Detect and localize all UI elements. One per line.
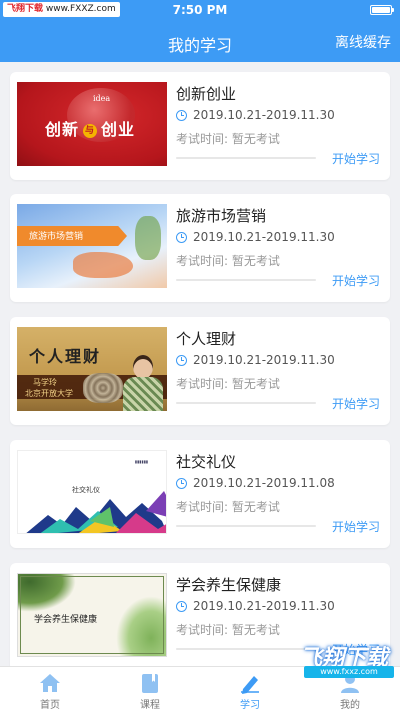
coins-image [83,373,123,403]
thumb-org: 北京开放大学 [25,389,73,398]
progress-bar [176,157,316,159]
battery-icon [370,5,394,15]
exam-time: 考试时间: 暂无考试 [176,132,280,146]
course-title: 旅游市场营销 [176,207,267,225]
watermark-url: www.fxxz.com [304,666,394,678]
clock-icon [176,354,187,366]
exam-time: 考试时间: 暂无考试 [176,623,280,637]
course-date: 2019.10.21-2019.11.30 [176,599,335,613]
exam-time: 考试时间: 暂无考试 [176,254,280,268]
tab-label: 学习 [240,700,260,711]
clock-icon [176,600,187,612]
thumb-heading: 学会养生保健康 [34,615,98,625]
course-thumbnail: 旅游市场营销 [17,204,167,288]
course-title: 学会养生保健康 [176,576,282,594]
course-card[interactable]: ▮▮▮▮▮▮ 社交礼仪 社交礼仪 2019.10.21-2019.11.08 考… [10,440,390,548]
clock-icon [176,231,187,243]
start-learning-button[interactable]: 开始学习 [332,395,380,412]
course-card[interactable]: 个人理财 马学玲 北京开放大学 个人理财 2019.10.21-2019.11.… [10,317,390,425]
watermark-logo: 飞翔下载 www.fxxz.com [300,636,396,682]
progress-bar [176,279,316,281]
tab-courses[interactable]: 课程 [100,667,200,711]
course-title: 个人理财 [176,330,237,348]
tab-label: 我的 [340,700,360,711]
home-icon [40,674,60,692]
app-header: 飞翔下载 www.FXXZ.com 7:50 PM 我的学习 离线缓存 [0,0,400,62]
status-time: 7:50 PM [172,3,228,17]
course-title: 社交礼仪 [176,453,237,471]
exam-time: 考试时间: 暂无考试 [176,377,280,391]
tab-study[interactable]: 学习 [200,667,300,711]
course-card[interactable]: idea 创新与创业 创新创业 2019.10.21-2019.11.30 考试… [10,72,390,180]
course-date: 2019.10.21-2019.11.30 [176,353,335,367]
progress-bar [176,402,316,404]
start-learning-button[interactable]: 开始学习 [332,272,380,289]
start-learning-button[interactable]: 开始学习 [332,518,380,535]
progress-bar [176,648,316,650]
thumb-teacher: 马学玲 [33,378,57,387]
course-card[interactable]: 旅游市场营销 旅游市场营销 2019.10.21-2019.11.30 考试时间… [10,194,390,302]
tab-label: 课程 [140,700,160,711]
course-thumbnail: 学会养生保健康 [17,573,167,657]
tab-label: 首页 [40,700,60,711]
course-thumbnail: idea 创新与创业 [17,82,167,166]
thumb-heading: 创新与创业 [45,120,136,139]
course-date: 2019.10.21-2019.11.08 [176,476,335,490]
clock-icon [176,109,187,121]
clock-icon [176,477,187,489]
thumb-heading: 个人理财 [29,347,102,366]
course-date: 2019.10.21-2019.11.30 [176,108,335,122]
course-thumbnail: 个人理财 马学玲 北京开放大学 [17,327,167,411]
book-icon [142,674,158,693]
exam-time: 考试时间: 暂无考试 [176,500,280,514]
course-title: 创新创业 [176,85,237,103]
thumb-heading: 旅游市场营销 [29,232,84,242]
offline-cache-button[interactable]: 离线缓存 [335,32,391,52]
course-list: idea 创新与创业 创新创业 2019.10.21-2019.11.30 考试… [0,62,400,666]
teacher-image [121,355,165,411]
status-bar: 飞翔下载 www.FXXZ.com 7:50 PM [0,0,400,20]
pencil-icon [241,676,259,694]
start-learning-button[interactable]: 开始学习 [332,150,380,167]
course-date: 2019.10.21-2019.11.30 [176,230,335,244]
thumb-word: idea [93,94,111,103]
progress-bar [176,525,316,527]
tab-home[interactable]: 首页 [0,667,100,711]
polygon-art [26,491,166,533]
course-thumbnail: ▮▮▮▮▮▮ 社交礼仪 [17,450,167,534]
